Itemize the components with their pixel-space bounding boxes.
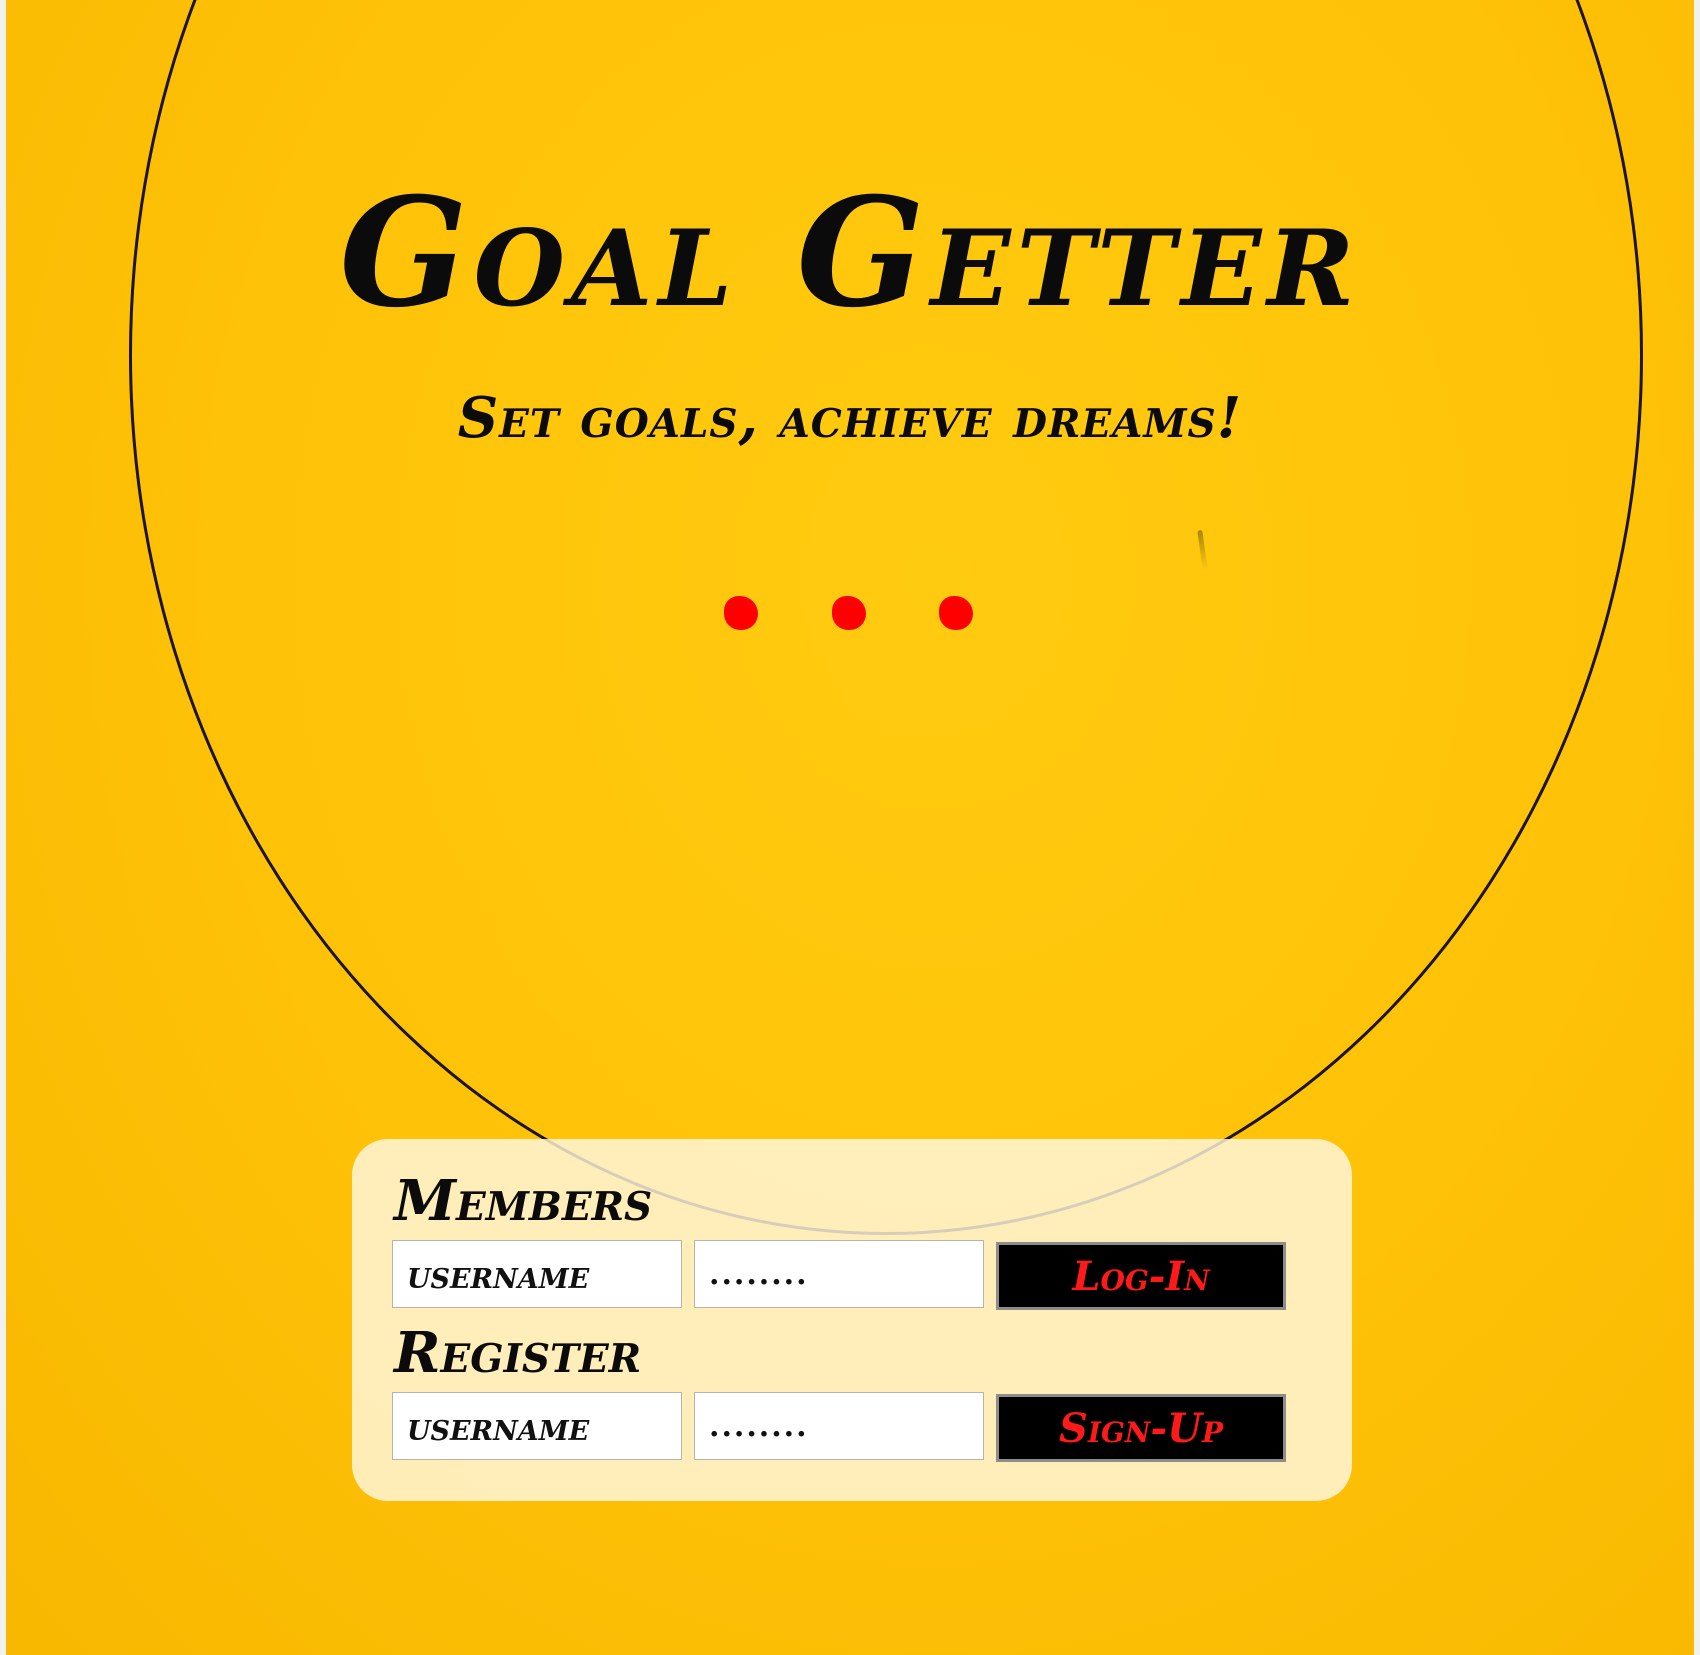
login-button[interactable]: Log-In bbox=[996, 1242, 1286, 1310]
app-tagline: Set goals, achieve dreams! bbox=[457, 385, 1243, 451]
register-password-input[interactable] bbox=[694, 1392, 984, 1460]
login-username-input[interactable] bbox=[392, 1240, 682, 1308]
login-password-input[interactable] bbox=[694, 1240, 984, 1308]
members-heading: Members bbox=[394, 1168, 653, 1234]
dot-icon bbox=[724, 596, 758, 630]
signup-button[interactable]: Sign-Up bbox=[996, 1394, 1286, 1462]
page: Goal Getter Set goals, achieve dreams! M… bbox=[0, 0, 1700, 1655]
register-heading: Register bbox=[394, 1320, 642, 1386]
auth-panel: Members Log-In Register Sign-Up bbox=[352, 1139, 1352, 1501]
dot-icon bbox=[832, 596, 866, 630]
app-title: Goal Getter bbox=[339, 165, 1361, 341]
dot-icon bbox=[939, 596, 973, 630]
loading-dots bbox=[722, 596, 982, 636]
register-username-input[interactable] bbox=[392, 1392, 682, 1460]
